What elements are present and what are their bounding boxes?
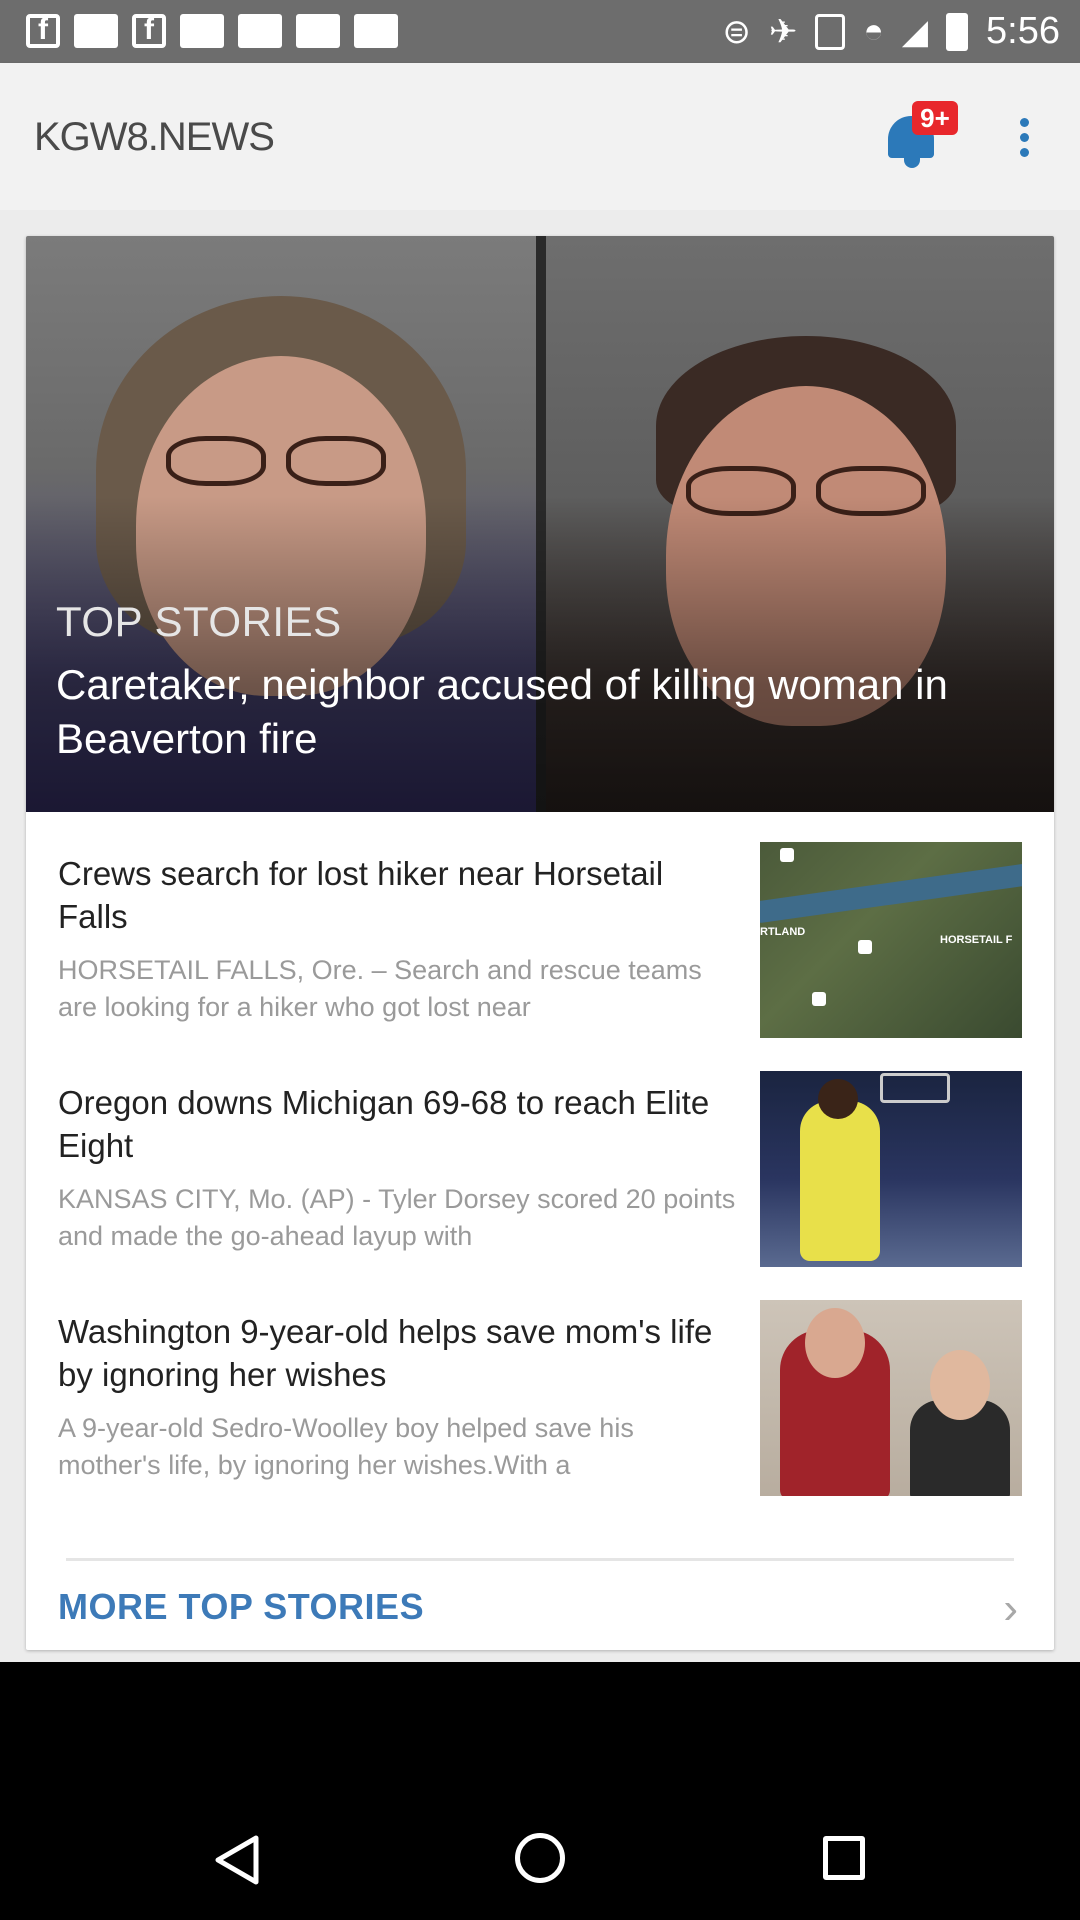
notification-icon: [74, 14, 118, 48]
lock-icon: [815, 13, 846, 50]
notification-badge[interactable]: 9+: [912, 101, 958, 135]
recents-square-icon[interactable]: [823, 1836, 865, 1880]
data-saver-icon: ⊜: [722, 12, 751, 51]
story-title: Crews search for lost hiker near Horseta…: [58, 855, 664, 935]
hero-kicker: TOP STORIES: [56, 598, 342, 645]
clock: 5:56: [986, 10, 1060, 52]
facebook-icon: [26, 13, 60, 48]
story-item[interactable]: Crews search for lost hiker near Horseta…: [26, 842, 1054, 1062]
notification-icon: [296, 14, 340, 48]
facebook-icon: [132, 13, 166, 48]
story-item[interactable]: Washington 9-year-old helps save mom's l…: [26, 1300, 1054, 1520]
more-top-stories-button[interactable]: MORE TOP STORIES ›: [58, 1570, 1018, 1640]
map-label: HORSETAIL F: [940, 934, 1013, 946]
story-thumbnail: [760, 1071, 1022, 1267]
system-icons: ⊜ ✈ ◓ ◢ 5:56: [722, 10, 1060, 53]
story-item[interactable]: Oregon downs Michigan 69-68 to reach Eli…: [26, 1071, 1054, 1291]
story-title: Washington 9-year-old helps save mom's l…: [58, 1313, 713, 1393]
story-summary: HORSETAIL FALLS, Ore. – Search and rescu…: [58, 955, 702, 1022]
map-label: RTLAND: [760, 926, 806, 938]
app-bar: KGW8.NEWS 9+: [0, 63, 1080, 210]
top-stories-card: TOP STORIES Caretaker, neighbor accused …: [26, 236, 1054, 1650]
story-summary: A 9-year-old Sedro-Woolley boy helped sa…: [58, 1413, 634, 1480]
more-top-stories-label: MORE TOP STORIES: [58, 1586, 425, 1627]
more-vert-icon[interactable]: [1012, 115, 1036, 163]
hero-story[interactable]: TOP STORIES Caretaker, neighbor accused …: [26, 236, 1054, 812]
story-title: Oregon downs Michigan 69-68 to reach Eli…: [58, 1084, 710, 1164]
home-circle-icon[interactable]: [515, 1833, 565, 1883]
notification-icons: [26, 13, 398, 48]
story-thumbnail: [760, 1300, 1022, 1496]
notification-icon: [180, 14, 224, 48]
notification-icon: [354, 14, 398, 48]
fake-gps-icon: ✈: [768, 12, 798, 51]
app-logo: KGW8.NEWS: [34, 115, 275, 159]
notification-icon: [238, 14, 282, 48]
signal-icon: ◢: [901, 12, 929, 51]
chevron-right-icon: ›: [1003, 1584, 1018, 1633]
hero-title: Caretaker, neighbor accused of killing w…: [56, 661, 948, 762]
battery-icon: [946, 12, 969, 51]
divider: [66, 1558, 1014, 1561]
back-triangle-icon[interactable]: [212, 1834, 260, 1886]
story-thumbnail: RTLAND HORSETAIL F: [760, 842, 1022, 1038]
story-summary: KANSAS CITY, Mo. (AP) - Tyler Dorsey sco…: [58, 1184, 736, 1251]
feed: TOP STORIES Caretaker, neighbor accused …: [0, 210, 1080, 1662]
android-icon: ◓: [863, 12, 884, 50]
status-bar: ⊜ ✈ ◓ ◢ 5:56: [0, 0, 1080, 63]
